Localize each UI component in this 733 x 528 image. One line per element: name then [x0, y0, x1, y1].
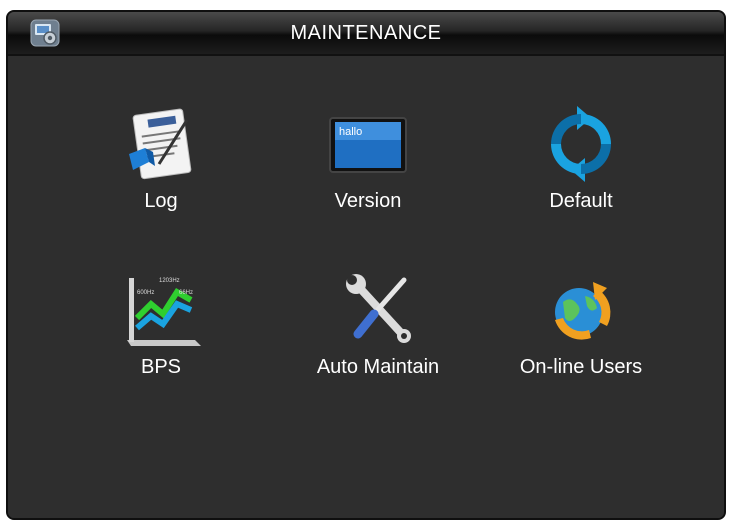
menu-item-label: Default — [549, 190, 613, 212]
refresh-icon — [551, 106, 611, 182]
menu-item-label: Version — [334, 190, 402, 212]
menu-item-bps[interactable]: 1203Hz 600Hz 66Hz BPS — [61, 270, 261, 410]
bps-chart-label: 1203Hz — [159, 278, 180, 284]
version-screen-icon: hallo — [329, 117, 407, 173]
menu-item-auto-maintain[interactable]: Auto Maintain — [278, 270, 478, 410]
maintenance-window: MAINTENANCE Log hallo Version Default 12… — [6, 10, 726, 520]
bps-chart-label: 66Hz — [179, 290, 193, 296]
menu-item-label: On-line Users — [519, 356, 643, 378]
menu-item-label: BPS — [140, 356, 182, 378]
bps-chart-label: 600Hz — [137, 290, 154, 296]
menu-item-label: Auto Maintain — [316, 356, 440, 378]
globe-refresh-icon — [555, 282, 611, 340]
menu-item-label: Log — [144, 190, 178, 212]
window-title: MAINTENANCE — [290, 22, 442, 44]
menu-item-default[interactable]: Default — [481, 104, 681, 244]
title-bar: MAINTENANCE — [8, 12, 724, 56]
bps-chart-icon: 1203Hz 600Hz 66Hz — [127, 278, 201, 346]
menu-item-log[interactable]: Log — [61, 104, 261, 244]
menu-item-version[interactable]: hallo Version — [268, 104, 468, 244]
tools-icon — [346, 274, 411, 343]
version-screen-text: hallo — [339, 126, 362, 138]
maintenance-menu: Log hallo Version Default 1203Hz 600Hz 6… — [8, 56, 724, 518]
menu-item-online-users[interactable]: On-line Users — [481, 270, 681, 410]
log-document-icon — [129, 108, 192, 180]
